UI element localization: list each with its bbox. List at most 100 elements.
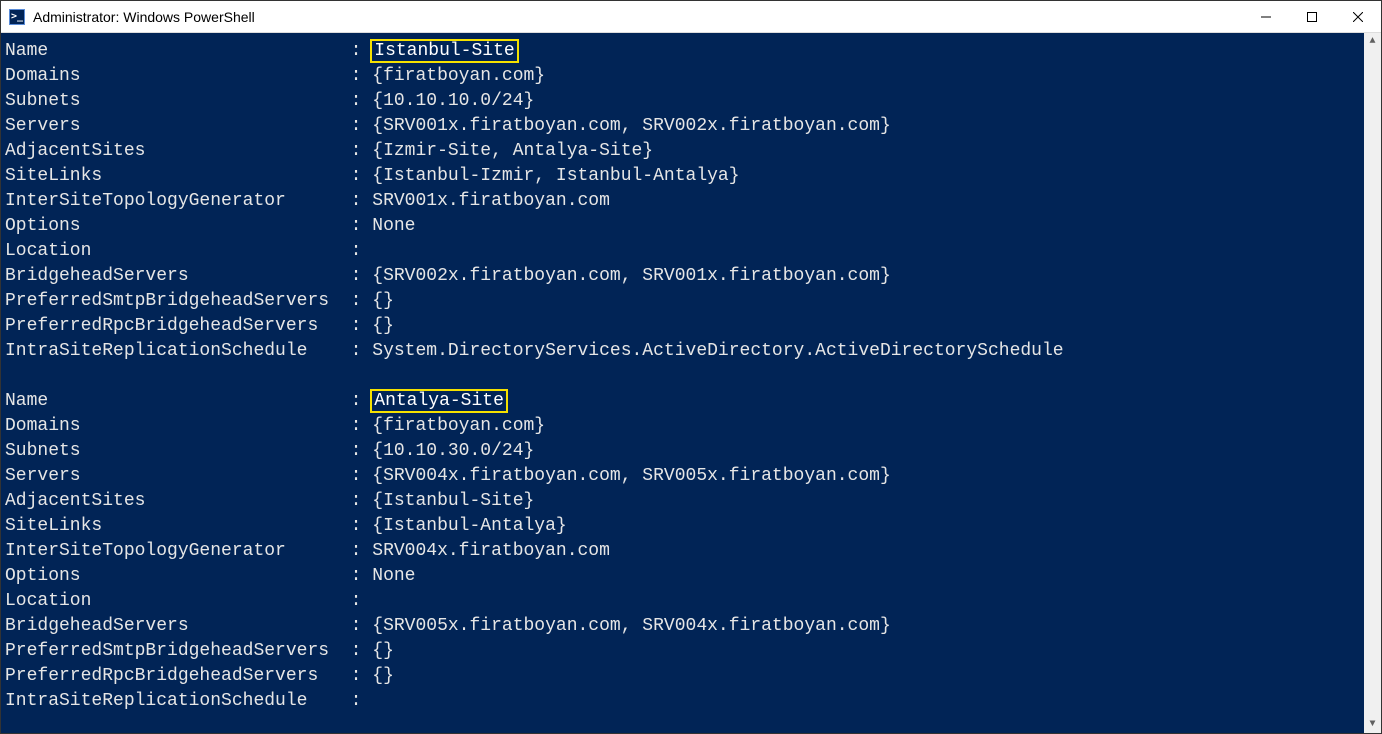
window-title: Administrator: Windows PowerShell xyxy=(33,9,255,25)
field-label: Options xyxy=(5,216,340,236)
field-label: SiteLinks xyxy=(5,166,340,186)
output-row: Name : Istanbul-Site xyxy=(5,39,1364,64)
close-button[interactable] xyxy=(1335,1,1381,32)
field-label: IntraSiteReplicationSchedule xyxy=(5,691,340,711)
field-label: Subnets xyxy=(5,91,340,111)
output-row: AdjacentSites : {Istanbul-Site} xyxy=(5,489,1364,514)
field-value: System.DirectoryServices.ActiveDirectory… xyxy=(372,341,1063,361)
output-row: AdjacentSites : {Izmir-Site, Antalya-Sit… xyxy=(5,139,1364,164)
field-value: {SRV001x.firatboyan.com, SRV002x.firatbo… xyxy=(372,116,890,136)
field-label: PreferredSmtpBridgeheadServers xyxy=(5,291,340,311)
field-label: InterSiteTopologyGenerator xyxy=(5,541,340,561)
field-label: InterSiteTopologyGenerator xyxy=(5,191,340,211)
field-label: PreferredRpcBridgeheadServers xyxy=(5,316,340,336)
field-value: {SRV004x.firatboyan.com, SRV005x.firatbo… xyxy=(372,466,890,486)
powershell-window: >_ Administrator: Windows PowerShell Nam… xyxy=(0,0,1382,734)
output-row: Servers : {SRV001x.firatboyan.com, SRV00… xyxy=(5,114,1364,139)
field-label: Domains xyxy=(5,416,340,436)
field-separator: : xyxy=(340,666,372,686)
titlebar[interactable]: >_ Administrator: Windows PowerShell xyxy=(1,1,1381,33)
field-label: BridgeheadServers xyxy=(5,616,340,636)
field-value: Antalya-Site xyxy=(372,391,506,411)
field-value: SRV004x.firatboyan.com xyxy=(372,541,610,561)
field-value: None xyxy=(372,216,415,236)
field-separator: : xyxy=(340,291,372,311)
field-value: {firatboyan.com} xyxy=(372,416,545,436)
field-value: {10.10.30.0/24} xyxy=(372,441,534,461)
output-row: Name : Antalya-Site xyxy=(5,389,1364,414)
field-separator: : xyxy=(340,191,372,211)
field-label: AdjacentSites xyxy=(5,141,340,161)
maximize-button[interactable] xyxy=(1289,1,1335,32)
field-separator: : xyxy=(340,166,372,186)
field-value: {Istanbul-Site} xyxy=(372,491,534,511)
scroll-down-arrow[interactable]: ▼ xyxy=(1364,716,1381,733)
window-controls xyxy=(1243,1,1381,32)
output-row: Location : xyxy=(5,589,1364,614)
field-separator: : xyxy=(340,91,372,111)
output-row: IntraSiteReplicationSchedule : xyxy=(5,689,1364,714)
field-separator: : xyxy=(340,116,372,136)
terminal-area: Name : Istanbul-SiteDomains : {firatboya… xyxy=(1,33,1381,733)
field-separator: : xyxy=(340,691,372,711)
field-separator: : xyxy=(340,491,372,511)
field-separator: : xyxy=(340,216,372,236)
close-icon xyxy=(1353,12,1363,22)
minimize-icon xyxy=(1261,12,1271,22)
field-value: {Istanbul-Antalya} xyxy=(372,516,566,536)
highlighted-value: Antalya-Site xyxy=(372,391,506,411)
field-separator: : xyxy=(340,66,372,86)
output-row: Options : None xyxy=(5,214,1364,239)
output-row: PreferredRpcBridgeheadServers : {} xyxy=(5,314,1364,339)
output-row: SiteLinks : {Istanbul-Izmir, Istanbul-An… xyxy=(5,164,1364,189)
field-label: Servers xyxy=(5,466,340,486)
field-label: Name xyxy=(5,41,340,61)
field-label: Subnets xyxy=(5,441,340,461)
field-separator: : xyxy=(340,516,372,536)
maximize-icon xyxy=(1307,12,1317,22)
field-label: PreferredRpcBridgeheadServers xyxy=(5,666,340,686)
output-row: InterSiteTopologyGenerator : SRV001x.fir… xyxy=(5,189,1364,214)
field-value: {10.10.10.0/24} xyxy=(372,91,534,111)
output-row: Servers : {SRV004x.firatboyan.com, SRV00… xyxy=(5,464,1364,489)
output-row: Domains : {firatboyan.com} xyxy=(5,414,1364,439)
blank-line xyxy=(5,364,1364,389)
scroll-up-arrow[interactable]: ▲ xyxy=(1364,33,1381,50)
field-value: {SRV002x.firatboyan.com, SRV001x.firatbo… xyxy=(372,266,890,286)
field-separator: : xyxy=(340,616,372,636)
field-label: PreferredSmtpBridgeheadServers xyxy=(5,641,340,661)
field-value: SRV001x.firatboyan.com xyxy=(372,191,610,211)
field-separator: : xyxy=(340,316,372,336)
field-value: {Istanbul-Izmir, Istanbul-Antalya} xyxy=(372,166,739,186)
vertical-scrollbar[interactable]: ▲ ▼ xyxy=(1364,33,1381,733)
field-label: Name xyxy=(5,391,340,411)
field-label: AdjacentSites xyxy=(5,491,340,511)
field-label: Domains xyxy=(5,66,340,86)
output-row: PreferredSmtpBridgeheadServers : {} xyxy=(5,639,1364,664)
highlighted-value: Istanbul-Site xyxy=(372,41,516,61)
output-row: Subnets : {10.10.30.0/24} xyxy=(5,439,1364,464)
field-value: {} xyxy=(372,316,394,336)
terminal-output[interactable]: Name : Istanbul-SiteDomains : {firatboya… xyxy=(1,33,1364,733)
field-separator: : xyxy=(340,441,372,461)
field-separator: : xyxy=(340,416,372,436)
field-label: BridgeheadServers xyxy=(5,266,340,286)
field-value: Istanbul-Site xyxy=(372,41,516,61)
field-separator: : xyxy=(340,241,372,261)
output-row: Subnets : {10.10.10.0/24} xyxy=(5,89,1364,114)
output-row: BridgeheadServers : {SRV002x.firatboyan.… xyxy=(5,264,1364,289)
field-label: Location xyxy=(5,241,340,261)
output-row: PreferredSmtpBridgeheadServers : {} xyxy=(5,289,1364,314)
minimize-button[interactable] xyxy=(1243,1,1289,32)
field-separator: : xyxy=(340,566,372,586)
field-label: Location xyxy=(5,591,340,611)
output-row: Options : None xyxy=(5,564,1364,589)
field-separator: : xyxy=(340,641,372,661)
field-separator: : xyxy=(340,341,372,361)
field-label: Servers xyxy=(5,116,340,136)
powershell-icon: >_ xyxy=(9,9,25,25)
field-separator: : xyxy=(340,266,372,286)
output-row: Domains : {firatboyan.com} xyxy=(5,64,1364,89)
field-separator: : xyxy=(340,391,372,411)
output-row: InterSiteTopologyGenerator : SRV004x.fir… xyxy=(5,539,1364,564)
